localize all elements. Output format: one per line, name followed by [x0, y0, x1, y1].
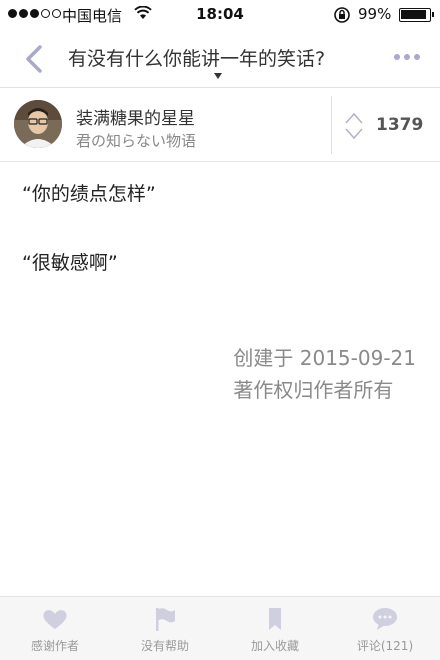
author-bio: 君の知らない物语 — [76, 132, 197, 150]
heart-icon — [43, 610, 67, 629]
navigation-bar: 有没有什么你能讲一年的笑话? — [0, 30, 440, 88]
tab-label: 没有帮助 — [140, 639, 189, 653]
caret-down-icon[interactable] — [214, 73, 222, 79]
flag-icon — [156, 608, 175, 631]
bookmark-icon — [269, 608, 281, 630]
divider — [331, 96, 332, 154]
tab-label: 加入收藏 — [250, 639, 299, 653]
status-bar: 中国电信 18:04 99% — [0, 0, 440, 30]
question-title[interactable]: 有没有什么你能讲一年的笑话? — [68, 44, 325, 71]
answer-paragraph: “你的绩点怎样” — [22, 183, 156, 205]
vote-count: 1379 — [376, 115, 424, 135]
created-date: 创建于 2015-09-21 — [233, 346, 416, 370]
copyright-notice: 著作权归作者所有 — [233, 378, 394, 402]
bottom-action-bar: 感谢作者 没有帮助 加入收藏 评论(121) — [0, 596, 440, 660]
author-row: 装满糖果的星星 君の知らない物语 1379 — [0, 88, 440, 162]
author-name[interactable]: 装满糖果的星星 — [76, 104, 195, 129]
thank-author-button[interactable]: 感谢作者 — [0, 597, 110, 660]
rotation-lock-icon — [334, 7, 350, 23]
add-to-favorites-button[interactable]: 加入收藏 — [220, 597, 330, 660]
comment-icon — [373, 608, 397, 630]
battery-percent: 99% — [358, 5, 392, 23]
comments-button[interactable]: 评论(121) — [330, 597, 440, 660]
tab-label: 感谢作者 — [30, 639, 79, 653]
answer-meta: 创建于 2015-09-21 著作权归作者所有 — [233, 342, 416, 406]
back-chevron-icon[interactable] — [22, 43, 46, 75]
vote-arrows-icon[interactable] — [344, 111, 364, 141]
more-options-icon[interactable] — [394, 54, 420, 60]
tab-label: 评论(121) — [356, 639, 414, 653]
avatar[interactable] — [14, 100, 62, 148]
battery-icon — [399, 8, 434, 22]
not-helpful-button[interactable]: 没有帮助 — [110, 597, 220, 660]
answer-paragraph: “很敏感啊” — [22, 252, 118, 274]
